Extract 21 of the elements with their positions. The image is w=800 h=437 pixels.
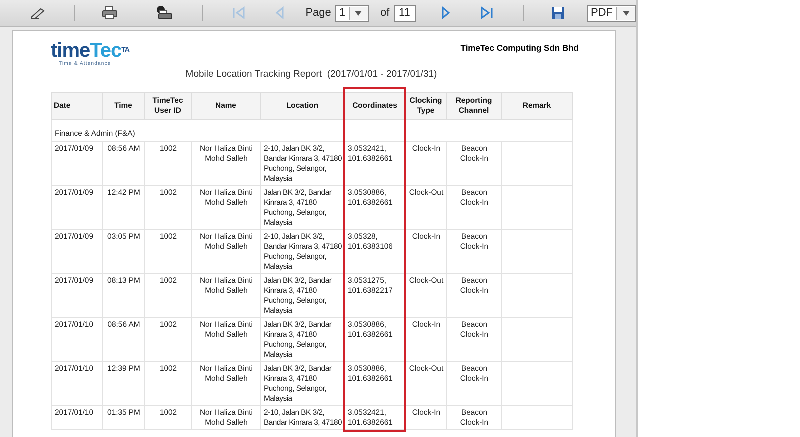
dropdown-arrow-icon: [355, 10, 362, 16]
logo-text: timeTec$^{TA}$: [51, 41, 130, 61]
dropdown-arrow-icon: [622, 10, 630, 16]
print-icon[interactable]: [102, 4, 118, 22]
last-page-button[interactable]: [478, 4, 495, 22]
page-label: Page: [306, 7, 332, 19]
table-cell: [502, 318, 572, 362]
company-name: TimeTec Computing Sdn Bhd: [460, 43, 579, 55]
table-cell: [502, 362, 572, 406]
table-cell: [502, 274, 572, 318]
page-select[interactable]: 1: [335, 4, 369, 22]
page-of-label: of: [380, 7, 390, 19]
table-cell: [502, 406, 572, 430]
export-format-select[interactable]: PDF: [587, 4, 636, 22]
table-cell: [502, 186, 572, 230]
save-icon[interactable]: [551, 4, 566, 22]
table-cell: [502, 142, 572, 186]
page-count-field[interactable]: 11: [394, 4, 416, 22]
report-title: Mobile Location Tracking Report (2017/01/01 - 2017/01/31): [184, 69, 438, 80]
table-cell: [502, 230, 572, 274]
print-setup-icon[interactable]: [156, 4, 174, 22]
